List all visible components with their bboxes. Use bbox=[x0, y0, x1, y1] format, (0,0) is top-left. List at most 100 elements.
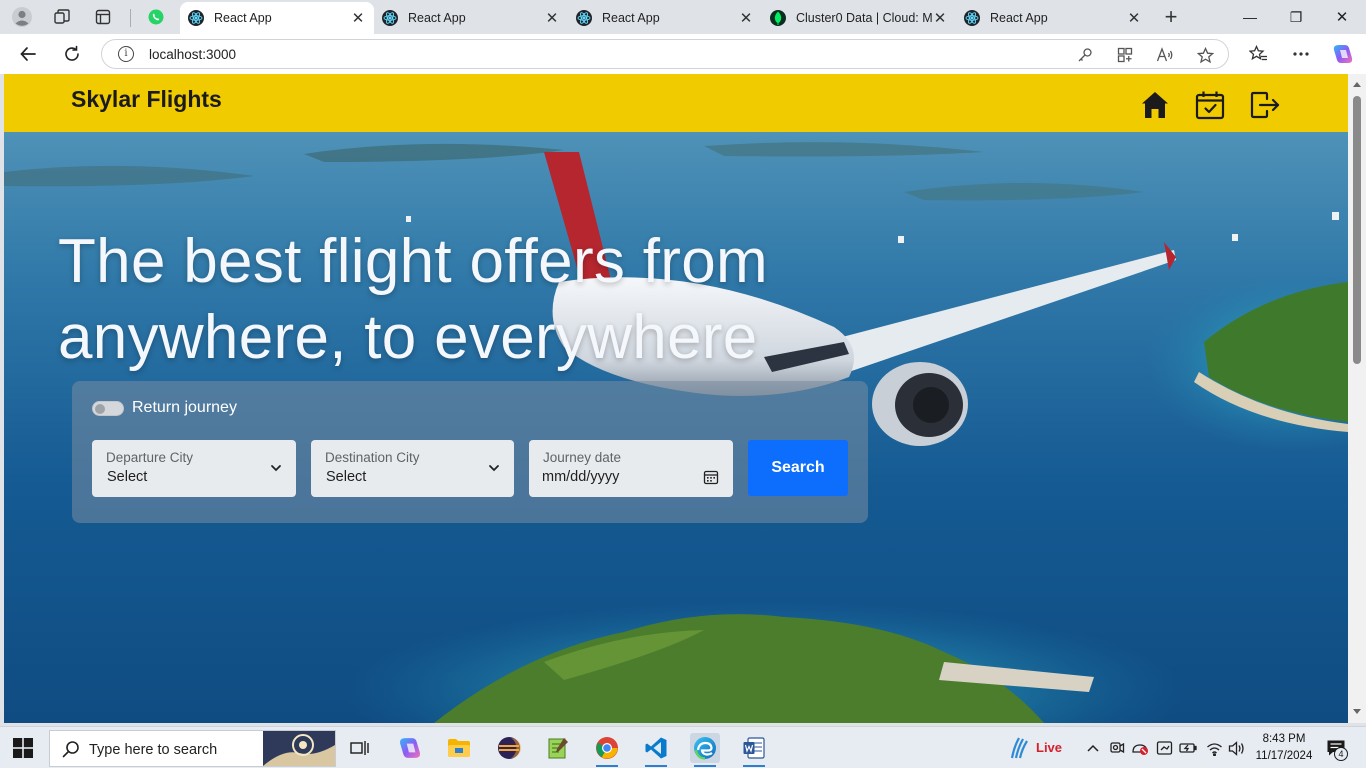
tab-actions-button[interactable] bbox=[90, 5, 116, 29]
meet-now-icon[interactable] bbox=[1108, 739, 1126, 757]
favorite-star-icon[interactable] bbox=[1196, 46, 1214, 64]
screen-capture-icon[interactable] bbox=[1155, 739, 1173, 757]
edge-button[interactable] bbox=[690, 733, 720, 767]
vscode-button[interactable] bbox=[641, 733, 671, 767]
clock-time: 8:43 PM bbox=[1262, 733, 1306, 745]
tab-react-app-2[interactable]: React App ✕ bbox=[374, 2, 568, 34]
return-journey-label[interactable]: Return journey bbox=[132, 399, 237, 417]
site-info-icon[interactable]: i bbox=[118, 46, 134, 62]
hero-title: The best flight offers from anywhere, to… bbox=[58, 227, 768, 372]
chrome-button[interactable] bbox=[592, 733, 622, 767]
notifications-button[interactable]: 4 bbox=[1325, 737, 1348, 761]
destination-city-label: Destination City bbox=[325, 450, 420, 465]
task-view-button[interactable] bbox=[345, 733, 375, 763]
tab-title: React App bbox=[214, 11, 272, 25]
folder-icon bbox=[448, 739, 470, 757]
password-key-icon[interactable] bbox=[1076, 46, 1094, 64]
workspaces-button[interactable] bbox=[49, 5, 75, 29]
restore-button[interactable]: ❐ bbox=[1276, 4, 1316, 30]
mongodb-leaf-icon bbox=[770, 10, 786, 26]
taskbar-clock[interactable]: 8:43 PM 11/17/2024 bbox=[1252, 731, 1316, 765]
workspaces-icon bbox=[54, 9, 70, 24]
address-bar[interactable]: i localhost:3000 bbox=[101, 39, 1229, 69]
more-dots-icon bbox=[1293, 52, 1309, 56]
whatsapp-pinned-tab[interactable] bbox=[143, 5, 169, 29]
refresh-icon bbox=[65, 45, 79, 61]
windows-taskbar: Type here to search Live 8:43 PM 11/17/2… bbox=[0, 726, 1366, 768]
eclipse-button[interactable] bbox=[494, 733, 524, 763]
battery-icon[interactable] bbox=[1179, 739, 1197, 757]
profile-button[interactable] bbox=[9, 5, 35, 29]
clock-date: 11/17/2024 bbox=[1255, 750, 1313, 762]
search-button[interactable]: Search bbox=[748, 440, 848, 496]
brand-logo-text[interactable]: Skylar Flights bbox=[71, 86, 222, 113]
notification-count-badge: 4 bbox=[1334, 747, 1348, 761]
tab-react-app-4[interactable]: React App ✕ bbox=[956, 2, 1150, 34]
tab-close-icon[interactable]: ✕ bbox=[350, 9, 366, 27]
close-window-button[interactable]: ✕ bbox=[1322, 4, 1362, 30]
url-text[interactable]: localhost:3000 bbox=[149, 47, 236, 62]
destination-city-select[interactable]: Destination City Select bbox=[311, 440, 514, 497]
copilot-taskbar-button[interactable] bbox=[395, 733, 425, 763]
show-hidden-icons-chevron-up-icon[interactable] bbox=[1084, 739, 1102, 757]
profile-icon bbox=[12, 7, 32, 27]
journey-date-label: Journey date bbox=[543, 450, 622, 465]
app-header: Skylar Flights bbox=[4, 74, 1348, 132]
react-favicon-icon bbox=[382, 10, 398, 26]
copilot-button[interactable] bbox=[1328, 40, 1358, 68]
edge-icon bbox=[694, 737, 716, 760]
back-button[interactable] bbox=[13, 40, 43, 68]
weather-widget-icon[interactable] bbox=[1006, 736, 1030, 760]
file-explorer-button[interactable] bbox=[444, 733, 474, 763]
scroll-down-arrow-icon[interactable] bbox=[1353, 709, 1361, 714]
read-aloud-icon[interactable] bbox=[1156, 46, 1174, 64]
tab-actions-icon bbox=[95, 9, 111, 25]
weather-live-label[interactable]: Live bbox=[1036, 740, 1062, 755]
logout-icon[interactable] bbox=[1250, 90, 1280, 120]
chevron-down-icon bbox=[489, 465, 499, 472]
notepad-plus-icon bbox=[548, 738, 568, 759]
volume-icon[interactable] bbox=[1227, 739, 1245, 757]
new-tab-button[interactable]: + bbox=[1158, 4, 1184, 29]
notepad-plus-button[interactable] bbox=[543, 733, 573, 763]
windows-start-icon[interactable] bbox=[13, 738, 33, 758]
tab-mongodb-cluster[interactable]: Cluster0 Data | Cloud: Mo ✕ bbox=[762, 2, 956, 34]
departure-city-label: Departure City bbox=[106, 450, 194, 465]
refresh-button[interactable] bbox=[57, 40, 87, 68]
tab-close-icon[interactable]: ✕ bbox=[1126, 9, 1142, 27]
departure-city-select[interactable]: Departure City Select bbox=[92, 440, 296, 497]
departure-city-value: Select bbox=[107, 469, 148, 485]
word-button[interactable] bbox=[739, 733, 769, 767]
tab-close-icon[interactable]: ✕ bbox=[544, 9, 560, 27]
settings-more-button[interactable] bbox=[1286, 40, 1316, 68]
taskbar-search-box[interactable]: Type here to search bbox=[49, 730, 336, 767]
search-highlight-image bbox=[263, 731, 335, 766]
journey-date-value: mm/dd/yyyy bbox=[542, 469, 620, 485]
taskbar-search-placeholder: Type here to search bbox=[89, 742, 218, 758]
tab-title: React App bbox=[602, 11, 660, 25]
tab-close-icon[interactable]: ✕ bbox=[738, 9, 754, 27]
scrollbar-thumb[interactable] bbox=[1353, 96, 1361, 364]
favorites-button[interactable] bbox=[1243, 40, 1273, 68]
react-favicon-icon bbox=[576, 10, 592, 26]
calendar-icon[interactable] bbox=[703, 469, 719, 485]
scroll-up-arrow-icon[interactable] bbox=[1353, 82, 1361, 87]
calendar-check-icon[interactable] bbox=[1195, 90, 1225, 120]
app-available-icon[interactable] bbox=[1116, 46, 1134, 64]
destination-city-value: Select bbox=[326, 469, 367, 485]
minimize-button[interactable]: — bbox=[1230, 4, 1270, 30]
browser-tab-strip: React App ✕ React App ✕ React App ✕ Clus… bbox=[0, 0, 1366, 34]
hero-section: The best flight offers from anywhere, to… bbox=[4, 132, 1348, 723]
wifi-icon[interactable] bbox=[1205, 739, 1223, 757]
tab-react-app-1[interactable]: React App ✕ bbox=[180, 2, 374, 34]
word-icon bbox=[743, 737, 765, 759]
chevron-down-icon bbox=[271, 465, 281, 472]
return-journey-toggle[interactable] bbox=[92, 401, 124, 416]
tab-close-icon[interactable]: ✕ bbox=[932, 9, 948, 27]
favorites-icon bbox=[1248, 45, 1267, 61]
network-drive-icon[interactable] bbox=[1131, 739, 1149, 757]
tab-react-app-3[interactable]: React App ✕ bbox=[568, 2, 762, 34]
page-scrollbar[interactable] bbox=[1348, 74, 1366, 723]
home-icon[interactable] bbox=[1140, 90, 1170, 120]
journey-date-input[interactable]: Journey date mm/dd/yyyy bbox=[529, 440, 733, 497]
